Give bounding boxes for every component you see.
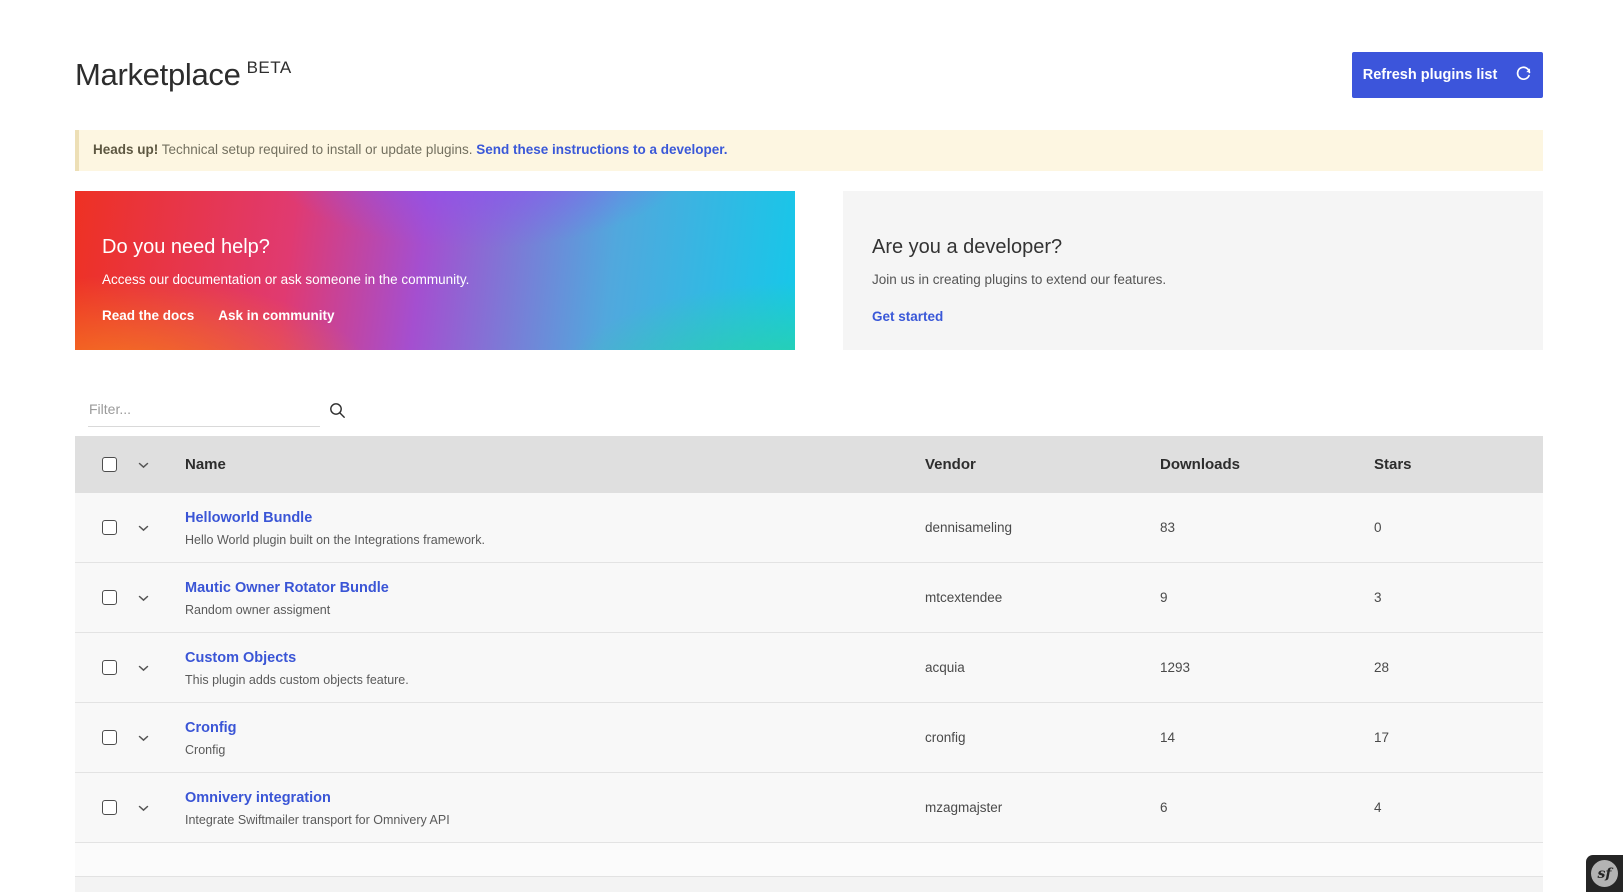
plugin-downloads: 6 [1160, 800, 1374, 815]
row-expand-chevron[interactable] [136, 663, 151, 674]
table-row: Mautic Owner Rotator Bundle Random owner… [75, 563, 1543, 633]
plugin-stars: 28 [1374, 660, 1543, 675]
heads-up-alert: Heads up! Technical setup required to in… [75, 130, 1543, 171]
alert-text: Technical setup required to install or u… [158, 142, 476, 157]
plugin-downloads: 1293 [1160, 660, 1374, 675]
developer-card: Are you a developer? Join us in creating… [843, 191, 1543, 350]
header-name: Name [185, 456, 925, 473]
plugin-name-link[interactable]: Custom Objects [185, 650, 296, 666]
plugin-stars: 3 [1374, 590, 1543, 605]
plugins-table: Name Vendor Downloads Stars Helloworld B… [75, 436, 1543, 892]
plugins-table-body: Helloworld Bundle Hello World plugin bui… [75, 493, 1543, 843]
symfony-debug-toolbar-toggle[interactable]: sf [1586, 855, 1623, 892]
plugin-vendor: acquia [925, 660, 1160, 675]
select-all-checkbox[interactable] [102, 457, 117, 472]
help-card-subtitle: Access our documentation or ask someone … [102, 272, 765, 287]
row-checkbox[interactable] [102, 660, 117, 675]
plugin-description: Random owner assigment [185, 603, 925, 617]
read-the-docs-link[interactable]: Read the docs [102, 308, 194, 323]
plugin-description: Integrate Swiftmailer transport for Omni… [185, 813, 925, 827]
table-row-partial [75, 876, 1543, 892]
row-expand-chevron[interactable] [136, 523, 151, 534]
plugin-stars: 17 [1374, 730, 1543, 745]
row-checkbox[interactable] [102, 800, 117, 815]
page-title-text: Marketplace [75, 57, 241, 92]
bulk-actions-chevron[interactable] [136, 460, 151, 471]
symfony-logo-icon: sf [1591, 860, 1618, 887]
refresh-plugins-button-label: Refresh plugins list [1363, 67, 1498, 83]
help-card: Do you need help? Access our documentati… [75, 191, 795, 350]
plugin-description: Hello World plugin built on the Integrat… [185, 533, 925, 547]
page: Marketplace BETA Refresh plugins list Hea… [0, 0, 1623, 892]
plugin-name-link[interactable]: Mautic Owner Rotator Bundle [185, 580, 389, 596]
filter-bar [88, 398, 346, 428]
ask-in-community-link[interactable]: Ask in community [218, 308, 334, 323]
plugin-vendor: cronfig [925, 730, 1160, 745]
table-row: Cronfig Cronfig cronfig 14 17 [75, 703, 1543, 773]
plugin-name-link[interactable]: Omnivery integration [185, 790, 331, 806]
row-expand-chevron[interactable] [136, 803, 151, 814]
refresh-plugins-button[interactable]: Refresh plugins list [1352, 52, 1543, 98]
plugin-vendor: dennisameling [925, 520, 1160, 535]
help-card-title: Do you need help? [102, 236, 765, 259]
search-icon[interactable] [329, 402, 346, 424]
row-checkbox[interactable] [102, 590, 117, 605]
plugin-downloads: 9 [1160, 590, 1374, 605]
plugin-description: This plugin adds custom objects feature. [185, 673, 925, 687]
row-expand-chevron[interactable] [136, 733, 151, 744]
alert-instructions-link[interactable]: Send these instructions to a developer. [476, 142, 727, 157]
filter-input[interactable] [88, 399, 320, 427]
plugin-description: Cronfig [185, 743, 925, 757]
page-title: Marketplace BETA [75, 52, 292, 103]
plugin-vendor: mzagmajster [925, 800, 1160, 815]
table-row-spacer [75, 843, 1543, 876]
get-started-link[interactable]: Get started [872, 309, 943, 324]
plugin-downloads: 14 [1160, 730, 1374, 745]
table-row: Omnivery integration Integrate Swiftmail… [75, 773, 1543, 843]
plugin-stars: 0 [1374, 520, 1543, 535]
plugin-downloads: 83 [1160, 520, 1374, 535]
plugin-name-link[interactable]: Helloworld Bundle [185, 510, 312, 526]
table-row: Custom Objects This plugin adds custom o… [75, 633, 1543, 703]
developer-card-title: Are you a developer? [872, 236, 1513, 259]
info-cards: Do you need help? Access our documentati… [75, 191, 1543, 350]
header-vendor: Vendor [925, 456, 1160, 473]
plugin-stars: 4 [1374, 800, 1543, 815]
refresh-icon [1515, 65, 1532, 86]
header-stars: Stars [1374, 456, 1543, 473]
plugin-name-link[interactable]: Cronfig [185, 720, 237, 736]
row-checkbox[interactable] [102, 730, 117, 745]
plugins-table-header: Name Vendor Downloads Stars [75, 436, 1543, 493]
header-bar: Marketplace BETA Refresh plugins list [75, 52, 1543, 103]
header-downloads: Downloads [1160, 456, 1374, 473]
table-row: Helloworld Bundle Hello World plugin bui… [75, 493, 1543, 563]
beta-badge: BETA [247, 58, 292, 77]
row-expand-chevron[interactable] [136, 593, 151, 604]
alert-bold-text: Heads up! [93, 142, 158, 157]
plugin-vendor: mtcextendee [925, 590, 1160, 605]
row-checkbox[interactable] [102, 520, 117, 535]
developer-card-subtitle: Join us in creating plugins to extend ou… [872, 272, 1513, 287]
